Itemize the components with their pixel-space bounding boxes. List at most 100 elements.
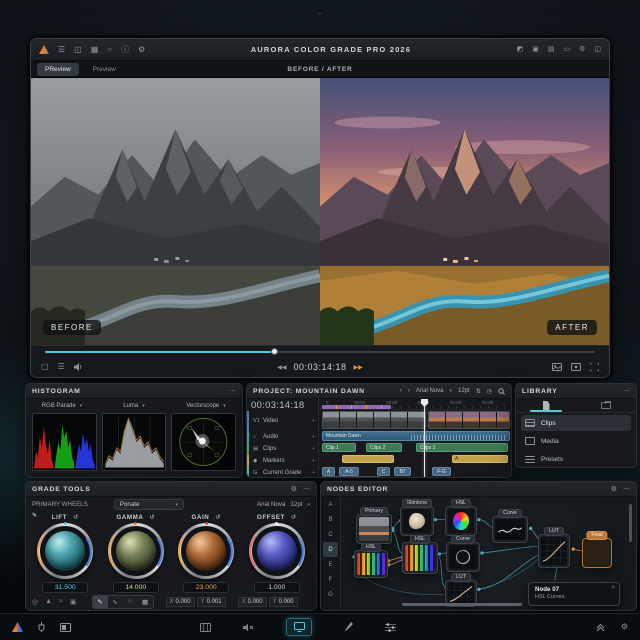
rail-item-c[interactable]: C [321, 527, 340, 542]
taskbar-logo-icon[interactable] [12, 622, 23, 632]
rewind-icon[interactable]: ◀◀ [277, 364, 286, 371]
rail-item-e[interactable]: E [321, 557, 340, 572]
audio-clip[interactable]: Mountain Dawn [322, 431, 510, 441]
node-skintone[interactable]: Skintone [400, 499, 434, 536]
track-label-video[interactable]: V1 Video · + [247, 411, 318, 431]
circle-tool-icon[interactable]: ○ [123, 596, 138, 608]
rail-item-d[interactable]: D [323, 542, 338, 557]
pen-taskbar-icon[interactable] [344, 622, 353, 632]
track-add-icon[interactable]: + [312, 470, 315, 476]
marker-block[interactable]: A [452, 455, 508, 463]
tooltip-close-icon[interactable]: × [611, 585, 615, 591]
media-icon[interactable] [60, 622, 71, 632]
coord-x-field[interactable]: X 0.000 [165, 596, 195, 607]
video-clip-thumbnails-before[interactable] [322, 411, 426, 429]
node-hsl-wheel[interactable]: HSL [445, 499, 477, 536]
scope-select-rgb-parade[interactable]: RGB Parade ▾ [26, 403, 98, 409]
shape-icon[interactable]: ○ [107, 45, 112, 54]
speaker-muted-icon[interactable] [243, 623, 254, 632]
volume-icon[interactable] [73, 363, 83, 371]
track-add-icon[interactable]: + [312, 458, 315, 464]
grade-settings-icon[interactable]: ⚙ [291, 486, 297, 493]
taskbar-settings-icon[interactable]: ⚙ [621, 623, 628, 631]
histogram-menu-icon[interactable]: ⋯ [229, 387, 236, 395]
track-add-icon[interactable]: + [312, 434, 315, 440]
grade-chip[interactable]: F-G [432, 467, 451, 476]
grade-menu-icon[interactable]: ⋯ [303, 485, 310, 493]
library-item-presets[interactable]: Presets [521, 451, 631, 467]
font-size-select[interactable]: 12pt [458, 388, 470, 394]
track-label-current-grade[interactable]: G Current Grade + [247, 466, 318, 477]
track-option-icon[interactable]: · [308, 458, 310, 464]
nodes-vscrollbar[interactable] [629, 504, 632, 542]
node-hsl-strip-1[interactable]: HSL [354, 543, 388, 578]
node-primary[interactable]: Primary [356, 507, 392, 544]
monitor-view-icon[interactable]: ◫ [74, 45, 82, 54]
tab-preview-1[interactable]: PReview [37, 62, 79, 76]
timeline-playhead[interactable] [421, 399, 428, 477]
playlist-icon[interactable]: ☰ [58, 363, 65, 371]
gain-wheel-control[interactable] [178, 522, 235, 579]
offset-wheel-control[interactable] [248, 522, 305, 579]
scope-select-luma[interactable]: Luma ▾ [98, 403, 170, 409]
track-add-icon[interactable]: + [312, 446, 315, 452]
filmstrip-taskbar-icon[interactable] [200, 622, 211, 632]
nav-next-icon[interactable]: › [408, 388, 410, 394]
gain-value[interactable]: 23.000 [183, 582, 230, 593]
clip-block[interactable]: Clips 2 [366, 443, 402, 452]
gamma-wheel-control[interactable] [107, 522, 164, 579]
timeline-scrollbar[interactable] [322, 476, 380, 477]
image-tool-icon[interactable]: ▣ [70, 598, 77, 606]
media-pool-icon[interactable]: ▤ [548, 46, 555, 53]
preset-select[interactable]: Ponate ▾ [113, 499, 184, 510]
coord-y-field[interactable]: Y 0.000 [268, 596, 298, 607]
node-curve-2[interactable]: Curve [446, 535, 480, 572]
nodes-settings-icon[interactable]: ⚙ [611, 486, 617, 493]
track-option-icon[interactable]: · [308, 434, 310, 440]
fullscreen-icon[interactable] [590, 363, 599, 371]
sliders-icon[interactable] [385, 622, 396, 632]
reset-icon[interactable]: ↺ [149, 514, 155, 521]
tab-preview-2[interactable]: Preview [85, 63, 124, 76]
font-select[interactable]: Arial Nova [416, 388, 444, 394]
grade-chip[interactable]: C [377, 467, 390, 476]
reset-icon[interactable]: ↺ [73, 514, 79, 521]
grade-chip[interactable]: A-5 [339, 467, 359, 476]
clip-block[interactable]: Clips 3 [416, 443, 508, 452]
search-icon[interactable] [498, 387, 505, 395]
timeline-ruler[interactable]: 0 00:01 00:02 00:03 00:04 00:05 [320, 399, 511, 410]
nodes-hscrollbar[interactable] [402, 603, 522, 606]
settings-icon[interactable]: ⚙ [138, 45, 145, 54]
target-icon[interactable]: ◎ [32, 598, 38, 606]
library-item-clips[interactable]: Clips [521, 415, 631, 431]
fast-forward-icon[interactable]: ▶▶ [354, 364, 363, 371]
node-hsl-strip-2[interactable]: HSL [402, 535, 438, 574]
rail-item-a[interactable]: A [321, 497, 340, 512]
seek-knob[interactable] [271, 348, 278, 355]
size-stepper-icon[interactable]: ⇅ [476, 388, 481, 395]
plugin-icon[interactable] [37, 622, 46, 632]
lift-wheel-control[interactable] [37, 522, 94, 579]
track-option-icon[interactable]: · [308, 446, 310, 452]
scopes-icon[interactable]: ▣ [532, 46, 539, 53]
timeline-marker-range[interactable] [322, 405, 391, 409]
node-final[interactable]: Final [582, 531, 612, 568]
offset-value[interactable]: 1.000 [253, 582, 300, 593]
node-canvas[interactable]: Primary HSL Skintone HSL HSL Curve Curve [342, 498, 634, 608]
rail-item-b[interactable]: B [321, 512, 340, 527]
nav-prev-icon[interactable]: ‹ [400, 388, 402, 394]
snapshot-icon[interactable] [552, 363, 562, 371]
waveform-tool-icon[interactable]: ≈ [59, 598, 63, 605]
clip-block[interactable]: Clip 1 [322, 443, 356, 452]
gallery-icon[interactable] [571, 363, 581, 371]
seek-bar[interactable] [31, 346, 609, 357]
nodes-menu-icon[interactable]: ⋯ [623, 485, 630, 493]
grade-chip[interactable]: A [322, 467, 335, 476]
marker-block[interactable] [342, 455, 394, 463]
track-label-markers[interactable]: ◆ Markers · + [247, 455, 318, 466]
track-add-icon[interactable]: + [312, 418, 315, 424]
rail-item-g[interactable]: G [321, 587, 340, 602]
node-lut-2[interactable]: LUT [538, 527, 570, 568]
video-clip-thumbnails-after[interactable] [428, 411, 510, 429]
pencil-icon[interactable]: ✎ [32, 512, 38, 519]
